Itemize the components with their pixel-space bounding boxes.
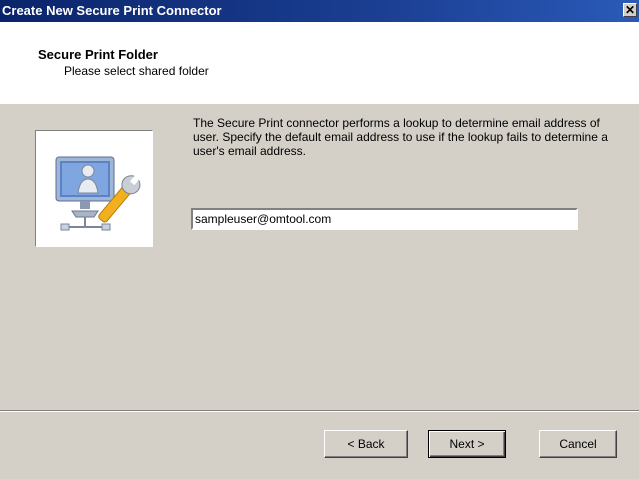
close-icon: ✕	[624, 3, 636, 17]
title-bar[interactable]: Create New Secure Print Connector ✕	[0, 0, 639, 22]
page-title: Secure Print Folder	[38, 47, 158, 62]
computer-with-wrench-icon	[55, 156, 141, 231]
wizard-header: Secure Print Folder Please select shared…	[0, 22, 639, 104]
next-button[interactable]: Next >	[428, 430, 506, 458]
close-button[interactable]: ✕	[623, 3, 637, 17]
button-separator-highlight	[0, 411, 639, 412]
window-title: Create New Secure Print Connector	[2, 3, 222, 18]
cancel-button[interactable]: Cancel	[539, 430, 617, 458]
wizard-image	[35, 130, 153, 247]
page-subtitle: Please select shared folder	[64, 64, 209, 78]
back-button[interactable]: < Back	[324, 430, 408, 458]
wizard-body: The Secure Print connector performs a lo…	[0, 104, 639, 479]
default-email-field[interactable]	[191, 208, 578, 230]
lookup-description: The Secure Print connector performs a lo…	[193, 116, 608, 158]
